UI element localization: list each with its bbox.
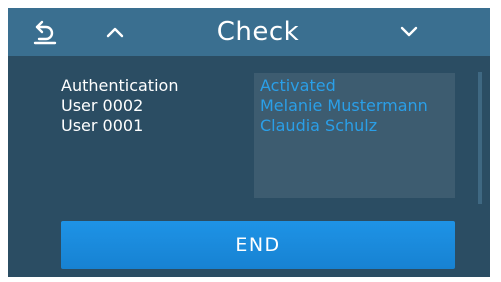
label-column: Authentication User 0002 User 0001: [61, 76, 178, 136]
scroll-up-button[interactable]: [100, 8, 130, 56]
label-user-0001: User 0001: [61, 116, 144, 135]
chevron-up-icon: [106, 27, 124, 38]
back-button[interactable]: [30, 8, 60, 56]
value-user-0002: Melanie Mustermann: [260, 96, 428, 115]
value-column: Activated Melanie Mustermann Claudia Sch…: [260, 76, 428, 136]
scroll-down-button[interactable]: [394, 8, 424, 56]
value-authentication: Activated: [260, 76, 336, 95]
page-title: Check: [216, 17, 300, 47]
label-user-0002: User 0002: [61, 96, 144, 115]
label-authentication: Authentication: [61, 76, 179, 95]
scrollbar-thumb[interactable]: [478, 72, 482, 204]
check-screen: Check Authentication User 0002 User 0001…: [8, 8, 490, 277]
value-user-0001: Claudia Schulz: [260, 116, 378, 135]
end-button[interactable]: END: [61, 221, 455, 269]
value-panel: Activated Melanie Mustermann Claudia Sch…: [254, 73, 455, 198]
back-arrow-icon: [33, 20, 57, 45]
chevron-down-icon: [400, 26, 418, 37]
header-bar: Check: [8, 8, 490, 56]
